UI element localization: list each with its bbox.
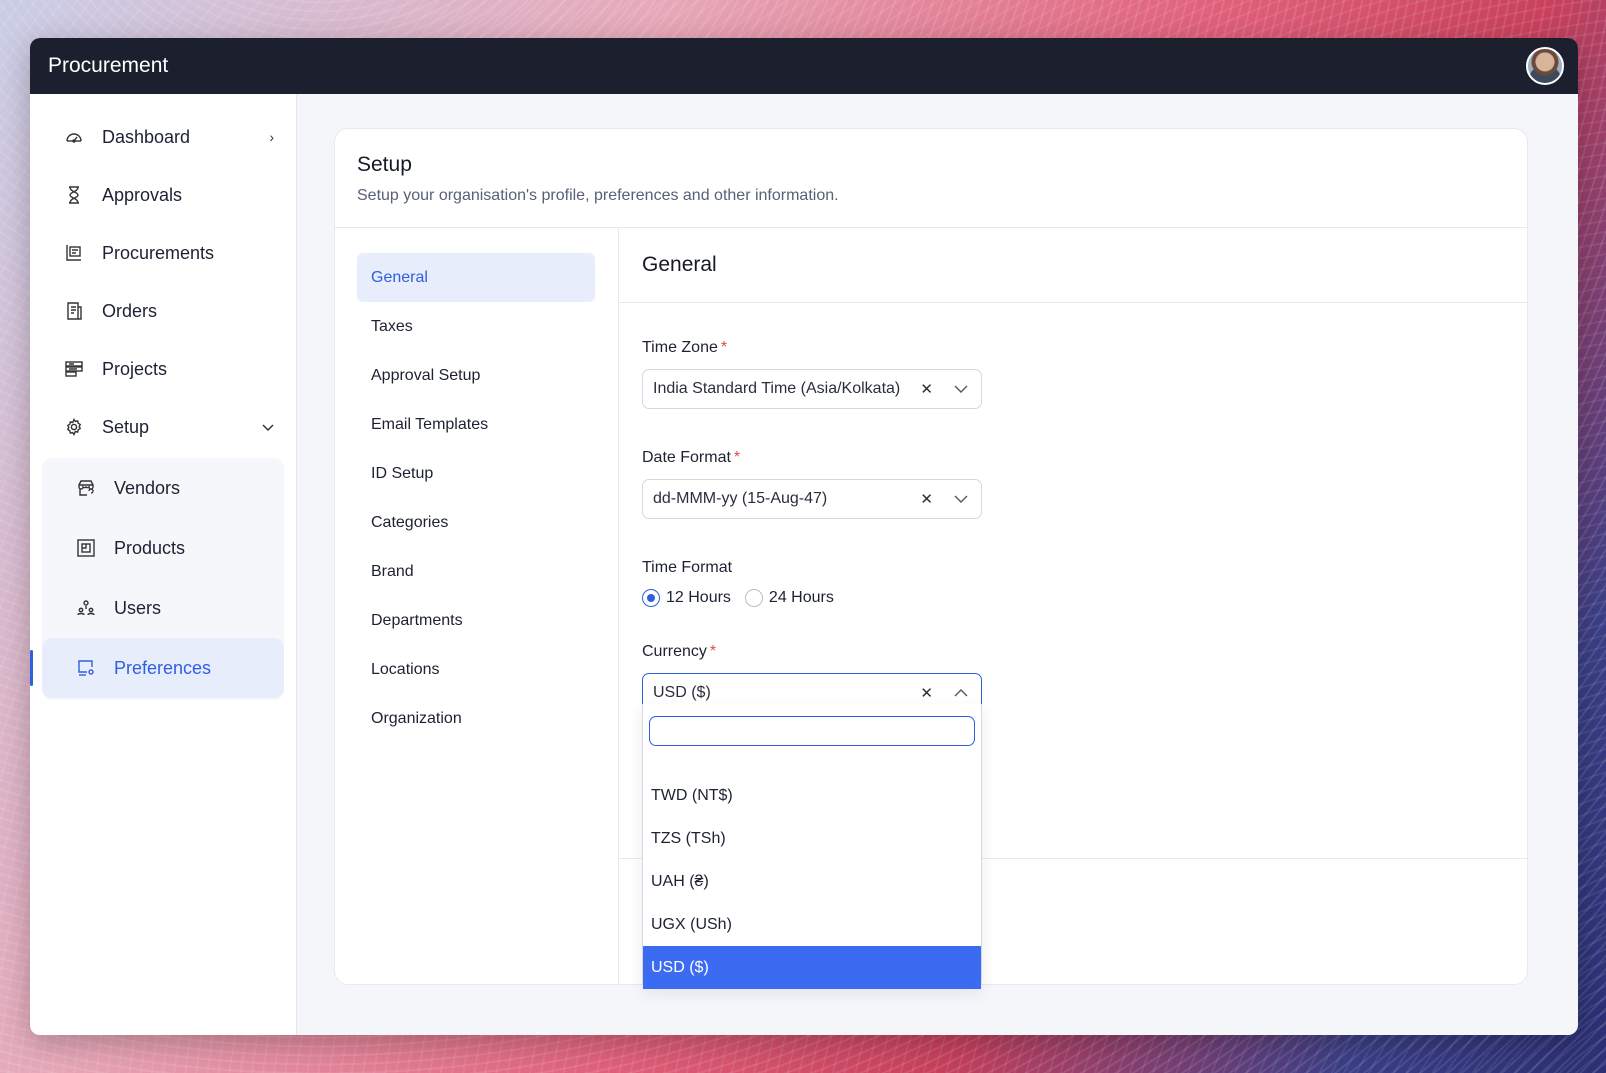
store-icon — [76, 478, 96, 498]
select-value: India Standard Time (Asia/Kolkata) — [653, 380, 901, 397]
preferences-icon — [76, 658, 96, 678]
date-format-field: Date Format * dd-MMM-yy (15-Aug-47) ✕ — [642, 449, 982, 519]
sidebar-item-setup[interactable]: Setup — [30, 398, 296, 456]
currency-search-input[interactable] — [649, 716, 975, 746]
sidebar-item-procurements[interactable]: Procurements — [30, 224, 296, 282]
chevron-down-icon[interactable] — [953, 491, 969, 507]
currency-dropdown: TWD (NT$) TZS (TSh) UAH (₴) UGX (USh) US… — [642, 704, 982, 989]
sidebar-item-orders[interactable]: Orders — [30, 282, 296, 340]
user-avatar[interactable] — [1526, 47, 1564, 85]
field-label: Time Zone * — [642, 339, 728, 356]
sidebar-item-label: Products — [114, 537, 186, 558]
sidebar-item-label: Dashboard — [102, 126, 191, 147]
receipt-icon — [64, 301, 84, 321]
setup-nav-id-setup[interactable]: ID Setup — [357, 449, 595, 498]
setup-nav-departments[interactable]: Departments — [357, 596, 595, 645]
sidebar-item-label: Preferences — [114, 657, 212, 678]
sidebar-item-label: Setup — [102, 416, 150, 437]
gear-icon — [64, 417, 84, 437]
list-item[interactable]: TZS (TSh) — [643, 817, 981, 860]
list-item-selected[interactable]: USD ($) — [643, 946, 981, 989]
required-marker: * — [709, 643, 717, 660]
sidebar-item-users[interactable]: Users — [42, 578, 284, 638]
radio-label: 12 Hours — [666, 589, 731, 606]
clear-icon[interactable]: ✕ — [920, 380, 933, 398]
sidebar-item-label: Projects — [102, 358, 168, 379]
time-zone-select[interactable]: India Standard Time (Asia/Kolkata) ✕ — [642, 369, 982, 409]
field-label: Time Format — [642, 559, 733, 576]
sidebar-item-label: Orders — [102, 300, 158, 321]
radio-label: 24 Hours — [768, 589, 834, 606]
setup-header: Setup Setup your organisation's profile,… — [335, 129, 1527, 228]
setup-nav-email-templates[interactable]: Email Templates — [357, 400, 595, 449]
time-format-radios: 12 Hours 24 Hours — [642, 589, 982, 607]
required-marker: * — [733, 449, 741, 466]
projects-icon — [64, 359, 84, 379]
app-window: Procurement Dashboard › Approvals Procur… — [30, 38, 1578, 1035]
select-value: USD ($) — [653, 684, 711, 701]
date-format-select[interactable]: dd-MMM-yy (15-Aug-47) ✕ — [642, 479, 982, 519]
list-item[interactable]: UGX (USh) — [643, 903, 981, 946]
setup-nav: General Taxes Approval Setup Email Templ… — [357, 253, 595, 743]
radio-dot — [744, 589, 763, 607]
list-item[interactable]: UAH (₴) — [643, 860, 981, 903]
sidebar-item-approvals[interactable]: Approvals — [30, 166, 296, 224]
field-label: Date Format * — [642, 449, 741, 466]
setup-submenu: Vendors Products Users Preferences — [30, 458, 284, 700]
page-subtitle: Setup your organisation's profile, prefe… — [357, 187, 839, 204]
setup-card: Setup Setup your organisation's profile,… — [334, 128, 1528, 989]
sidebar-item-preferences[interactable]: Preferences — [30, 638, 284, 698]
time-zone-field: Time Zone * India Standard Time (Asia/Kol… — [642, 339, 982, 409]
dashboard-icon — [64, 127, 84, 147]
setup-nav-general[interactable]: General — [357, 253, 595, 302]
select-value: dd-MMM-yy (15-Aug-47) — [653, 490, 828, 507]
section-title: General — [642, 253, 717, 276]
currency-field: Currency * USD ($) ✕ — [642, 643, 982, 713]
setup-nav-brand[interactable]: Brand — [357, 547, 595, 596]
time-format-field: Time Format 12 Hours 24 Hours — [642, 559, 982, 607]
radio-12-hours[interactable]: 12 Hours — [642, 589, 731, 607]
general-form: Time Zone * India Standard Time (Asia/Kol… — [642, 339, 982, 753]
radio-dot — [642, 589, 660, 607]
setup-nav-locations[interactable]: Locations — [357, 645, 595, 694]
setup-nav-organization[interactable]: Organization — [357, 694, 595, 743]
required-marker: * — [720, 339, 728, 356]
chevron-up-icon[interactable] — [953, 685, 969, 701]
sidebar: Dashboard › Approvals Procurements Order… — [30, 94, 297, 1035]
sidebar-item-label: Users — [114, 597, 162, 618]
list-item[interactable]: TWD (NT$) — [643, 774, 981, 817]
divider — [618, 228, 619, 984]
radio-24-hours[interactable]: 24 Hours — [744, 589, 834, 607]
page-title: Setup — [357, 153, 412, 176]
setup-nav-approval-setup[interactable]: Approval Setup — [357, 351, 595, 400]
sidebar-item-products[interactable]: Products — [42, 518, 284, 578]
setup-nav-taxes[interactable]: Taxes — [357, 302, 595, 351]
clear-icon[interactable]: ✕ — [920, 684, 933, 702]
chevron-down-icon[interactable] — [953, 381, 969, 397]
sidebar-item-dashboard[interactable]: Dashboard › — [30, 108, 296, 166]
top-bar: Procurement — [30, 38, 1578, 94]
clear-icon[interactable]: ✕ — [920, 490, 933, 508]
sidebar-item-label: Approvals — [102, 184, 183, 205]
procurement-icon — [64, 243, 84, 263]
chevron-right-icon: › — [269, 129, 274, 145]
app-title: Procurement — [48, 54, 169, 77]
sidebar-item-label: Vendors — [114, 477, 181, 498]
currency-options: TWD (NT$) TZS (TSh) UAH (₴) UGX (USh) US… — [643, 774, 981, 989]
chevron-down-icon — [262, 419, 274, 435]
field-label: Currency * — [642, 643, 717, 660]
sidebar-item-projects[interactable]: Projects — [30, 340, 296, 398]
users-icon — [76, 598, 96, 618]
sidebar-item-label: Procurements — [102, 242, 215, 263]
general-header: General — [619, 228, 1527, 303]
setup-nav-categories[interactable]: Categories — [357, 498, 595, 547]
sidebar-item-vendors[interactable]: Vendors — [42, 458, 284, 518]
hourglass-icon — [64, 185, 84, 205]
products-icon — [76, 538, 96, 558]
